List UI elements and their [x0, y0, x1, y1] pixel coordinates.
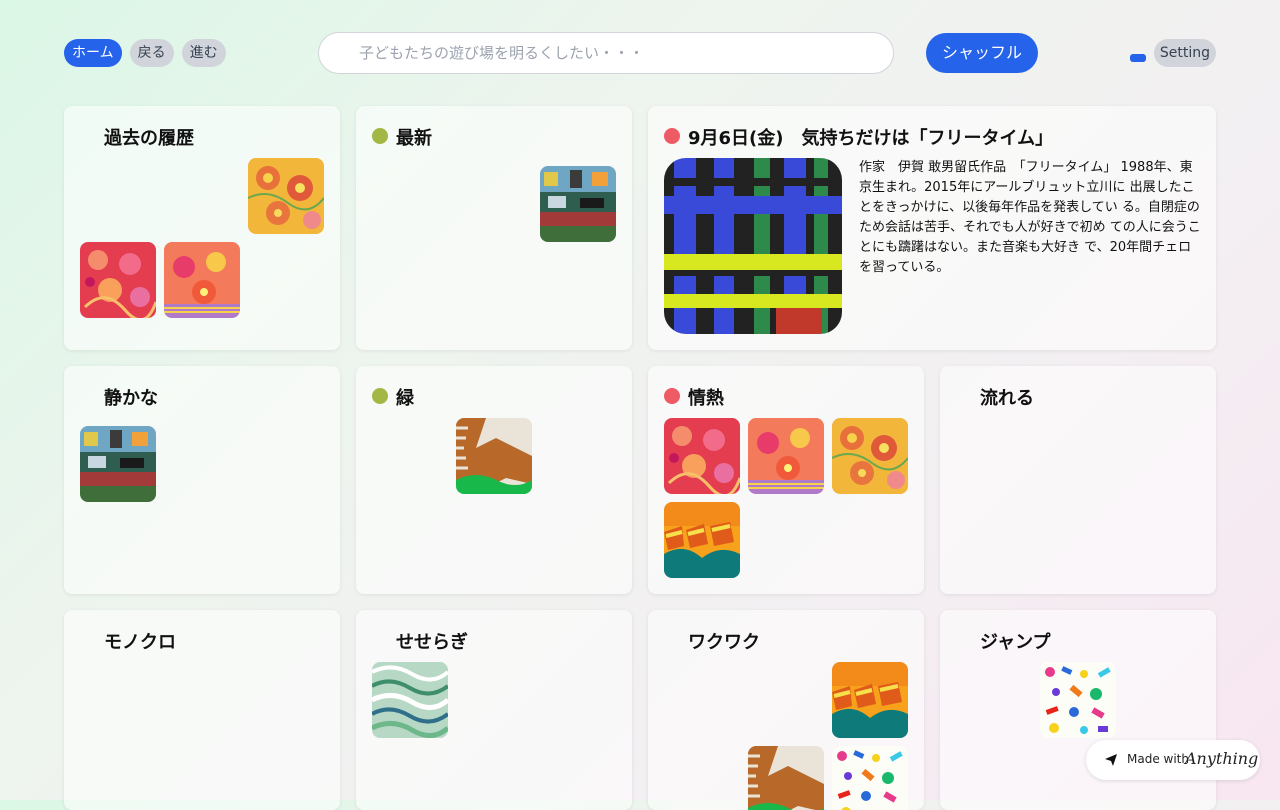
card-title: 静かな: [104, 388, 158, 409]
card-title: 流れる: [980, 388, 1034, 409]
feature-artwork[interactable]: [664, 158, 842, 334]
card-title: 最新: [396, 128, 432, 149]
dot-indicator: [664, 128, 680, 144]
card-green: 緑: [356, 366, 632, 594]
brand-label: Anything: [1185, 749, 1259, 768]
card-passion: 情熱: [648, 366, 924, 594]
card-history: 過去の履歴: [64, 106, 340, 350]
dot-indicator: [372, 388, 388, 404]
artwork-thumbnail[interactable]: [80, 426, 156, 502]
artwork-thumbnail[interactable]: [248, 158, 324, 234]
artwork-thumbnail[interactable]: [540, 166, 616, 242]
card-quiet: 静かな: [64, 366, 340, 594]
card-latest: 最新: [356, 106, 632, 350]
setting-button[interactable]: Setting: [1154, 39, 1216, 67]
dot-indicator: [372, 128, 388, 144]
made-with-badge[interactable]: Made with Anything: [1086, 740, 1260, 780]
back-button[interactable]: 戻る: [129, 39, 174, 67]
toggle-switch[interactable]: [1130, 54, 1146, 62]
made-with-label: Made with: [1127, 752, 1189, 766]
anything-logo-icon: [1104, 753, 1118, 770]
artwork-thumbnail[interactable]: [372, 662, 448, 738]
artwork-thumbnail[interactable]: [832, 746, 908, 810]
card-title: 緑: [396, 388, 414, 409]
card-title: ジャンプ: [980, 632, 1051, 653]
artwork-thumbnail[interactable]: [80, 242, 156, 318]
home-button[interactable]: ホーム: [64, 39, 122, 67]
card-title: モノクロ: [104, 632, 176, 653]
artwork-thumbnail[interactable]: [832, 418, 908, 494]
artwork-thumbnail[interactable]: [748, 746, 824, 810]
artwork-thumbnail[interactable]: [664, 502, 740, 578]
shuffle-button[interactable]: シャッフル: [926, 33, 1038, 73]
card-title: 過去の履歴: [104, 128, 194, 149]
artwork-thumbnail[interactable]: [748, 418, 824, 494]
artwork-thumbnail[interactable]: [1040, 662, 1116, 738]
search-input[interactable]: [319, 33, 893, 73]
dot-indicator: [664, 388, 680, 404]
card-title: せせらぎ: [396, 632, 468, 653]
artwork-thumbnail[interactable]: [832, 662, 908, 738]
card-mono: モノクロ: [64, 610, 340, 810]
card-excite: ワクワク: [648, 610, 924, 810]
card-murmur: せせらぎ: [356, 610, 632, 810]
card-flowing: 流れる: [940, 366, 1216, 594]
card-title: 情熱: [688, 388, 724, 409]
feature-title: 9月6日(金) 気持ちだけは「フリータイム」: [688, 128, 1054, 149]
artwork-thumbnail[interactable]: [164, 242, 240, 318]
feature-description: 作家 伊賀 敢男留氏作品 「フリータイム」 1988年、東京生まれ。2015年に…: [859, 160, 1201, 275]
forward-button[interactable]: 進む: [181, 39, 226, 67]
artwork-thumbnail[interactable]: [456, 418, 532, 494]
artwork-thumbnail[interactable]: [664, 418, 740, 494]
search-box: [318, 32, 894, 74]
card-title: ワクワク: [688, 632, 760, 653]
card-feature: 9月6日(金) 気持ちだけは「フリータイム」 作家 伊賀 敢男留氏作品 「フリー…: [648, 106, 1216, 350]
card-jump: ジャンプ: [940, 610, 1216, 810]
history-nav: ホーム 戻る 進む: [64, 39, 226, 67]
